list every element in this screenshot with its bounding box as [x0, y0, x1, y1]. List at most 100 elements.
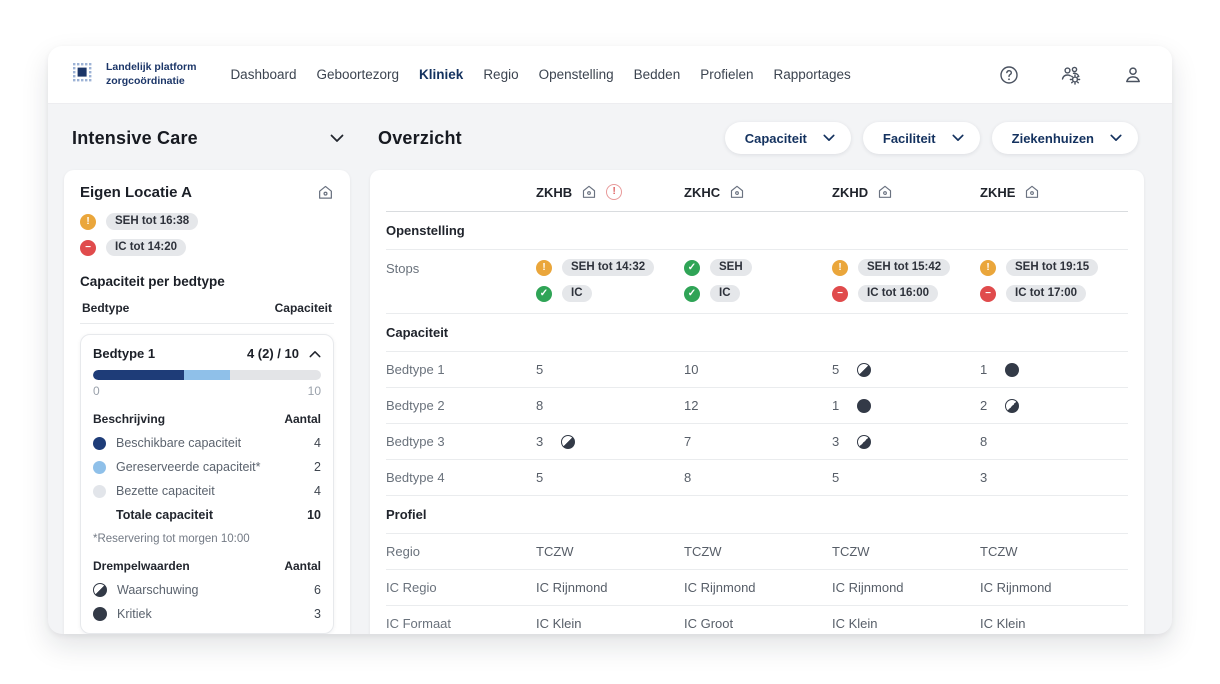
nav-item-dashboard[interactable]: Dashboard [230, 67, 296, 82]
team-settings-icon[interactable] [1060, 64, 1082, 86]
help-icon[interactable] [998, 64, 1020, 86]
cell-value: IC Rijnmond [980, 580, 1052, 595]
logo-icon [72, 62, 98, 88]
legend-row-occupied: Bezette capaciteit 4 [93, 484, 321, 498]
scale-max: 10 [308, 384, 321, 398]
stops-cell-zkhb: !SEH tot 14:32 ✓IC [536, 259, 684, 302]
filter-faciliteit[interactable]: Faciliteit [863, 122, 980, 154]
cell-value: IC Groot [684, 616, 733, 631]
critical-status-icon: − [80, 240, 96, 256]
home-icon [1024, 184, 1040, 200]
warning-threshold-icon [1005, 399, 1019, 413]
bedtype1-name: Bedtype 1 [93, 346, 247, 361]
capacity-section-title: Capaciteit per bedtype [80, 274, 334, 289]
home-icon [729, 184, 745, 200]
warning-threshold-icon [857, 363, 871, 377]
cell-value: IC Rijnmond [536, 580, 608, 595]
nav-item-kliniek[interactable]: Kliniek [419, 67, 463, 82]
bar-scale: 0 10 [93, 384, 321, 398]
section-profiel: Profiel [386, 496, 1128, 534]
reserved-dot-icon [93, 461, 106, 474]
cell-value: TCZW [536, 544, 574, 559]
scale-min: 0 [93, 384, 100, 398]
legend-label: Beschikbare capaciteit [116, 436, 314, 450]
cell-value: 10 [684, 362, 698, 377]
total-label: Totale capaciteit [116, 508, 307, 522]
hospital-name: ZKHD [832, 185, 868, 200]
chevron-up-icon[interactable] [309, 350, 321, 358]
legend-value: 4 [314, 484, 321, 498]
warning-threshold-icon [561, 435, 575, 449]
warning-threshold-icon [857, 435, 871, 449]
filter-ziekenhuizen[interactable]: Ziekenhuizen [992, 122, 1138, 154]
nav-item-regio[interactable]: Regio [483, 67, 518, 82]
cell-value: TCZW [980, 544, 1018, 559]
stops-cell-zkhc: ✓SEH ✓IC [684, 259, 832, 302]
stops-row: Stops !SEH tot 14:32 ✓IC ✓SEH ✓IC !SEH t… [386, 250, 1128, 314]
cell-value: 5 [832, 470, 839, 485]
overview-title: Overzicht [378, 128, 462, 149]
logo-text: Landelijk platform zorgcoördinatie [106, 61, 196, 87]
stop-badge: SEH [710, 259, 752, 276]
available-dot-icon [93, 437, 106, 450]
alert-icon: ! [606, 184, 622, 200]
cell-value: IC Rijnmond [684, 580, 756, 595]
section-capaciteit: Capaciteit [386, 314, 1128, 352]
ok-status-icon: ✓ [684, 286, 700, 302]
capacity-bar [93, 370, 321, 380]
cell-value: 8 [684, 470, 691, 485]
cell-value: 3 [536, 434, 543, 449]
home-icon [581, 184, 597, 200]
cell-value: 3 [980, 470, 987, 485]
main-nav: Dashboard Geboortezorg Kliniek Regio Ope… [230, 67, 850, 82]
own-location-card: Eigen Locatie A ! SEH tot 16:38 − IC [64, 170, 350, 634]
left-panel-header: Intensive Care [64, 120, 350, 156]
critical-threshold-icon [1005, 363, 1019, 377]
page-content: Intensive Care Eigen Locatie A ! [48, 104, 1172, 634]
col-beschrijving: Beschrijving [93, 412, 165, 426]
overview-header: Overzicht Capaciteit Faciliteit Ziekenhu… [370, 120, 1144, 156]
row-label: IC Formaat [386, 616, 536, 631]
topbar-actions [998, 64, 1144, 86]
col-aantal: Aantal [284, 559, 321, 573]
capacity-row-bedtype1: Bedtype 1 5 10 5 1 [386, 352, 1128, 388]
col-aantal: Aantal [284, 412, 321, 426]
location-title: Eigen Locatie A [80, 184, 192, 201]
bar-reserved-segment [184, 370, 230, 380]
critical-threshold-icon [93, 607, 107, 621]
hospital-header-zkhe: ZKHE [980, 184, 1128, 200]
chevron-down-icon [1110, 134, 1122, 142]
user-profile-icon[interactable] [1122, 64, 1144, 86]
legend-value: 4 [314, 436, 321, 450]
bedtype1-header-row[interactable]: Bedtype 1 4 (2) / 10 [93, 346, 321, 361]
hospital-header-zkhb: ZKHB ! [536, 184, 684, 200]
cell-value: IC Klein [980, 616, 1026, 631]
critical-status-icon: − [832, 286, 848, 302]
legend-row-reserved: Gereserveerde capaciteit* 2 [93, 460, 321, 474]
cell-value: 3 [832, 434, 839, 449]
nav-item-profielen[interactable]: Profielen [700, 67, 753, 82]
threshold-row-critical: Kritiek 3 [93, 607, 321, 621]
section-openstelling: Openstelling [386, 212, 1128, 250]
legend-value: 2 [314, 460, 321, 474]
top-nav-bar: Landelijk platform zorgcoördinatie Dashb… [48, 46, 1172, 104]
filter-capaciteit[interactable]: Capaciteit [725, 122, 851, 154]
cell-value: 2 [980, 398, 987, 413]
profile-row-regio: Regio TCZW TCZW TCZW TCZW [386, 534, 1128, 570]
hospital-header-zkhc: ZKHC [684, 184, 832, 200]
stop-badge: SEH tot 14:32 [562, 259, 654, 276]
reservation-footnote: *Reservering tot morgen 10:00 [93, 533, 321, 545]
nav-item-bedden[interactable]: Bedden [634, 67, 681, 82]
nav-item-geboortezorg[interactable]: Geboortezorg [316, 67, 399, 82]
chevron-down-icon[interactable] [330, 134, 344, 143]
stop-badge: IC tot 17:00 [1006, 285, 1086, 302]
nav-item-openstelling[interactable]: Openstelling [539, 67, 614, 82]
nav-item-rapportages[interactable]: Rapportages [774, 67, 851, 82]
hospital-name: ZKHC [684, 185, 720, 200]
warning-status-icon: ! [832, 260, 848, 276]
hospital-header-zkhd: ZKHD [832, 184, 980, 200]
row-label: Bedtype 3 [386, 434, 536, 449]
section-label: Capaciteit [386, 325, 536, 340]
total-value: 10 [307, 508, 321, 522]
col-bedtype: Bedtype [82, 301, 129, 315]
